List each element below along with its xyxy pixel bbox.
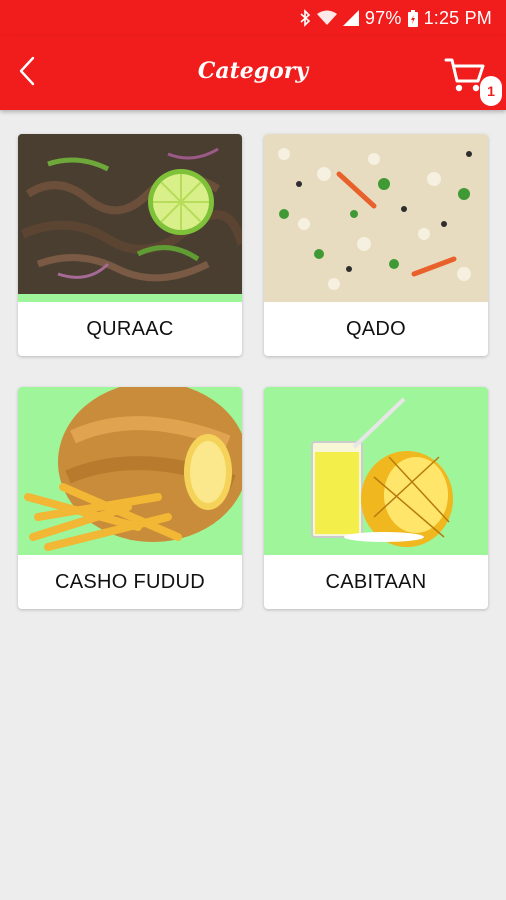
status-time: 1:25 PM [423,7,492,28]
category-label: CASHO FUDUD [55,570,205,593]
cart-count-badge: 1 [480,76,502,106]
qado-food-image [264,134,488,302]
category-label: QURAAC [86,317,174,340]
wifi-icon [316,10,337,26]
category-card-casho-fudud[interactable]: CASHO FUDUD [18,387,242,609]
battery-icon [407,9,418,27]
page-title: Category [197,58,309,84]
category-card-qado[interactable]: QADO [264,134,488,356]
category-label: CABITAAN [325,570,427,593]
cabitaan-drink-image [264,387,488,555]
casho-fudud-food-image [18,387,242,555]
quraac-food-image [18,134,242,302]
status-bar: 97% 1:25 PM [0,0,506,36]
battery-percent: 97% [364,7,402,28]
app-header: Category 1 [0,36,506,110]
category-card-cabitaan[interactable]: CABITAAN [264,387,488,609]
category-label: QADO [345,317,407,340]
signal-icon [342,10,359,26]
bluetooth-icon [299,9,311,27]
category-card-quraac[interactable]: QURAAC [18,134,242,356]
